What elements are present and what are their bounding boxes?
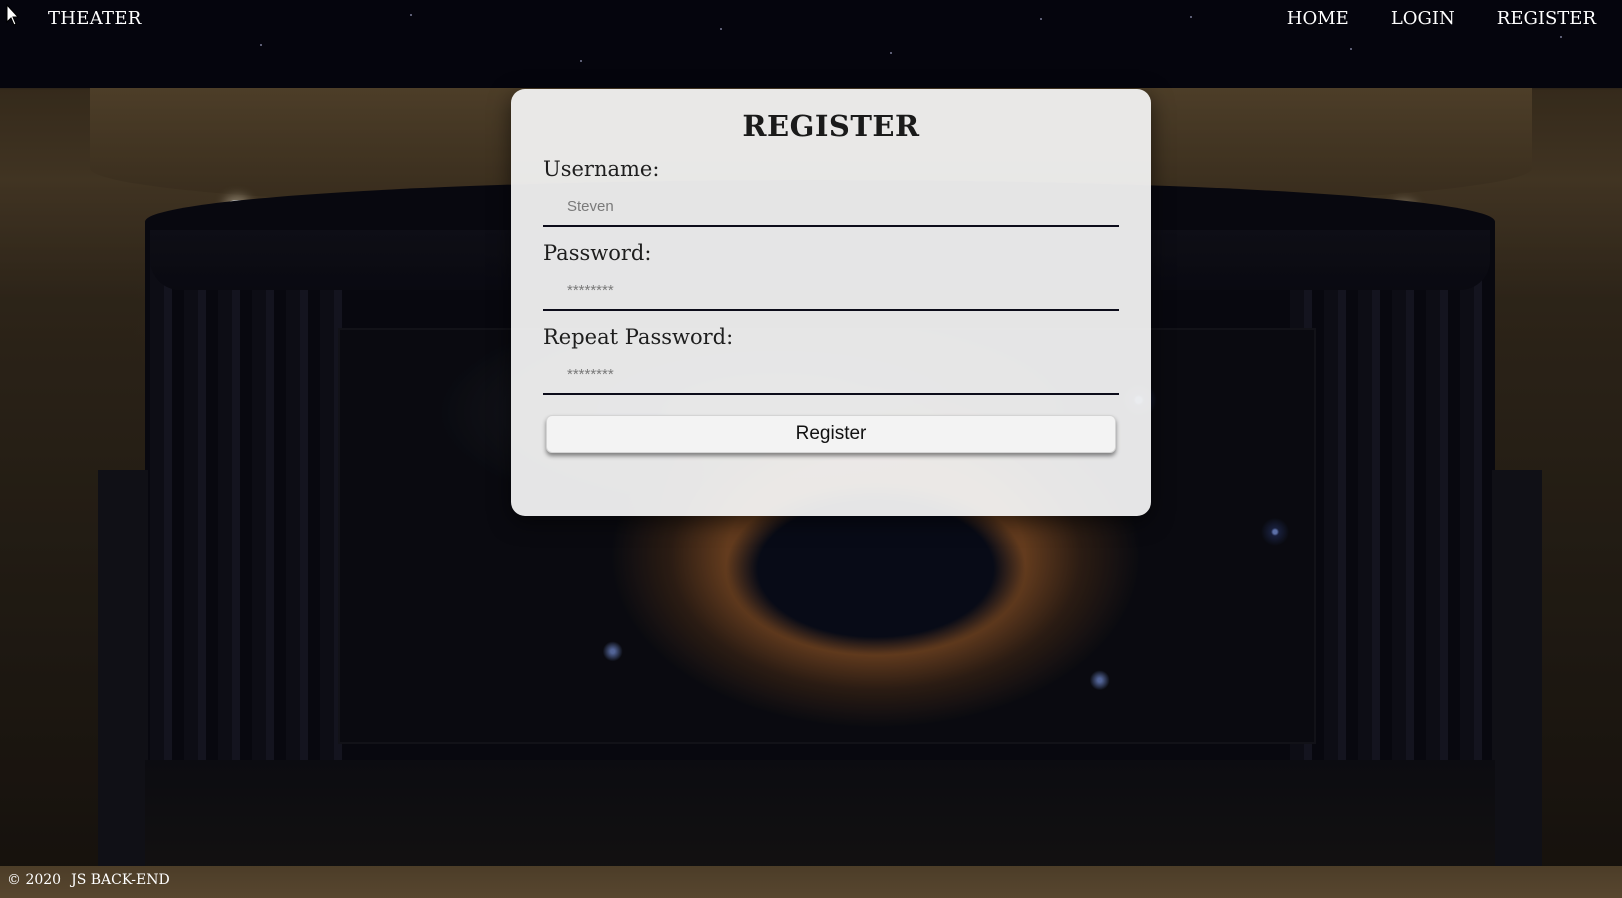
username-label: Username: <box>543 157 660 181</box>
page: THEATER HOME LOGIN REGISTER REGISTER Use… <box>0 0 1622 898</box>
top-nav: THEATER HOME LOGIN REGISTER <box>0 0 1622 38</box>
nav-link-home[interactable]: HOME <box>1287 8 1349 29</box>
username-field-group: Username: <box>543 157 1119 227</box>
mouse-pointer-icon <box>6 4 20 26</box>
password-label: Password: <box>543 241 652 265</box>
password-input[interactable] <box>543 271 1119 311</box>
nav-links: HOME LOGIN REGISTER <box>1287 8 1596 29</box>
register-form: REGISTER Username: Password: Repeat Pass… <box>511 89 1151 516</box>
repeat-password-input[interactable] <box>543 355 1119 395</box>
nav-link-login[interactable]: LOGIN <box>1391 8 1455 29</box>
form-title: REGISTER <box>742 109 920 143</box>
username-input[interactable] <box>543 187 1119 227</box>
footer: © 2020 JS BACK-END <box>7 872 170 888</box>
repeat-password-field-group: Repeat Password: <box>543 325 1119 395</box>
password-field-group: Password: <box>543 241 1119 311</box>
footer-copyright: © 2020 <box>7 872 62 888</box>
register-button[interactable]: Register <box>546 415 1116 453</box>
brand-link[interactable]: THEATER <box>48 8 142 29</box>
footer-text: JS BACK-END <box>71 872 170 888</box>
nav-link-register[interactable]: REGISTER <box>1497 8 1596 29</box>
repeat-password-label: Repeat Password: <box>543 325 734 349</box>
